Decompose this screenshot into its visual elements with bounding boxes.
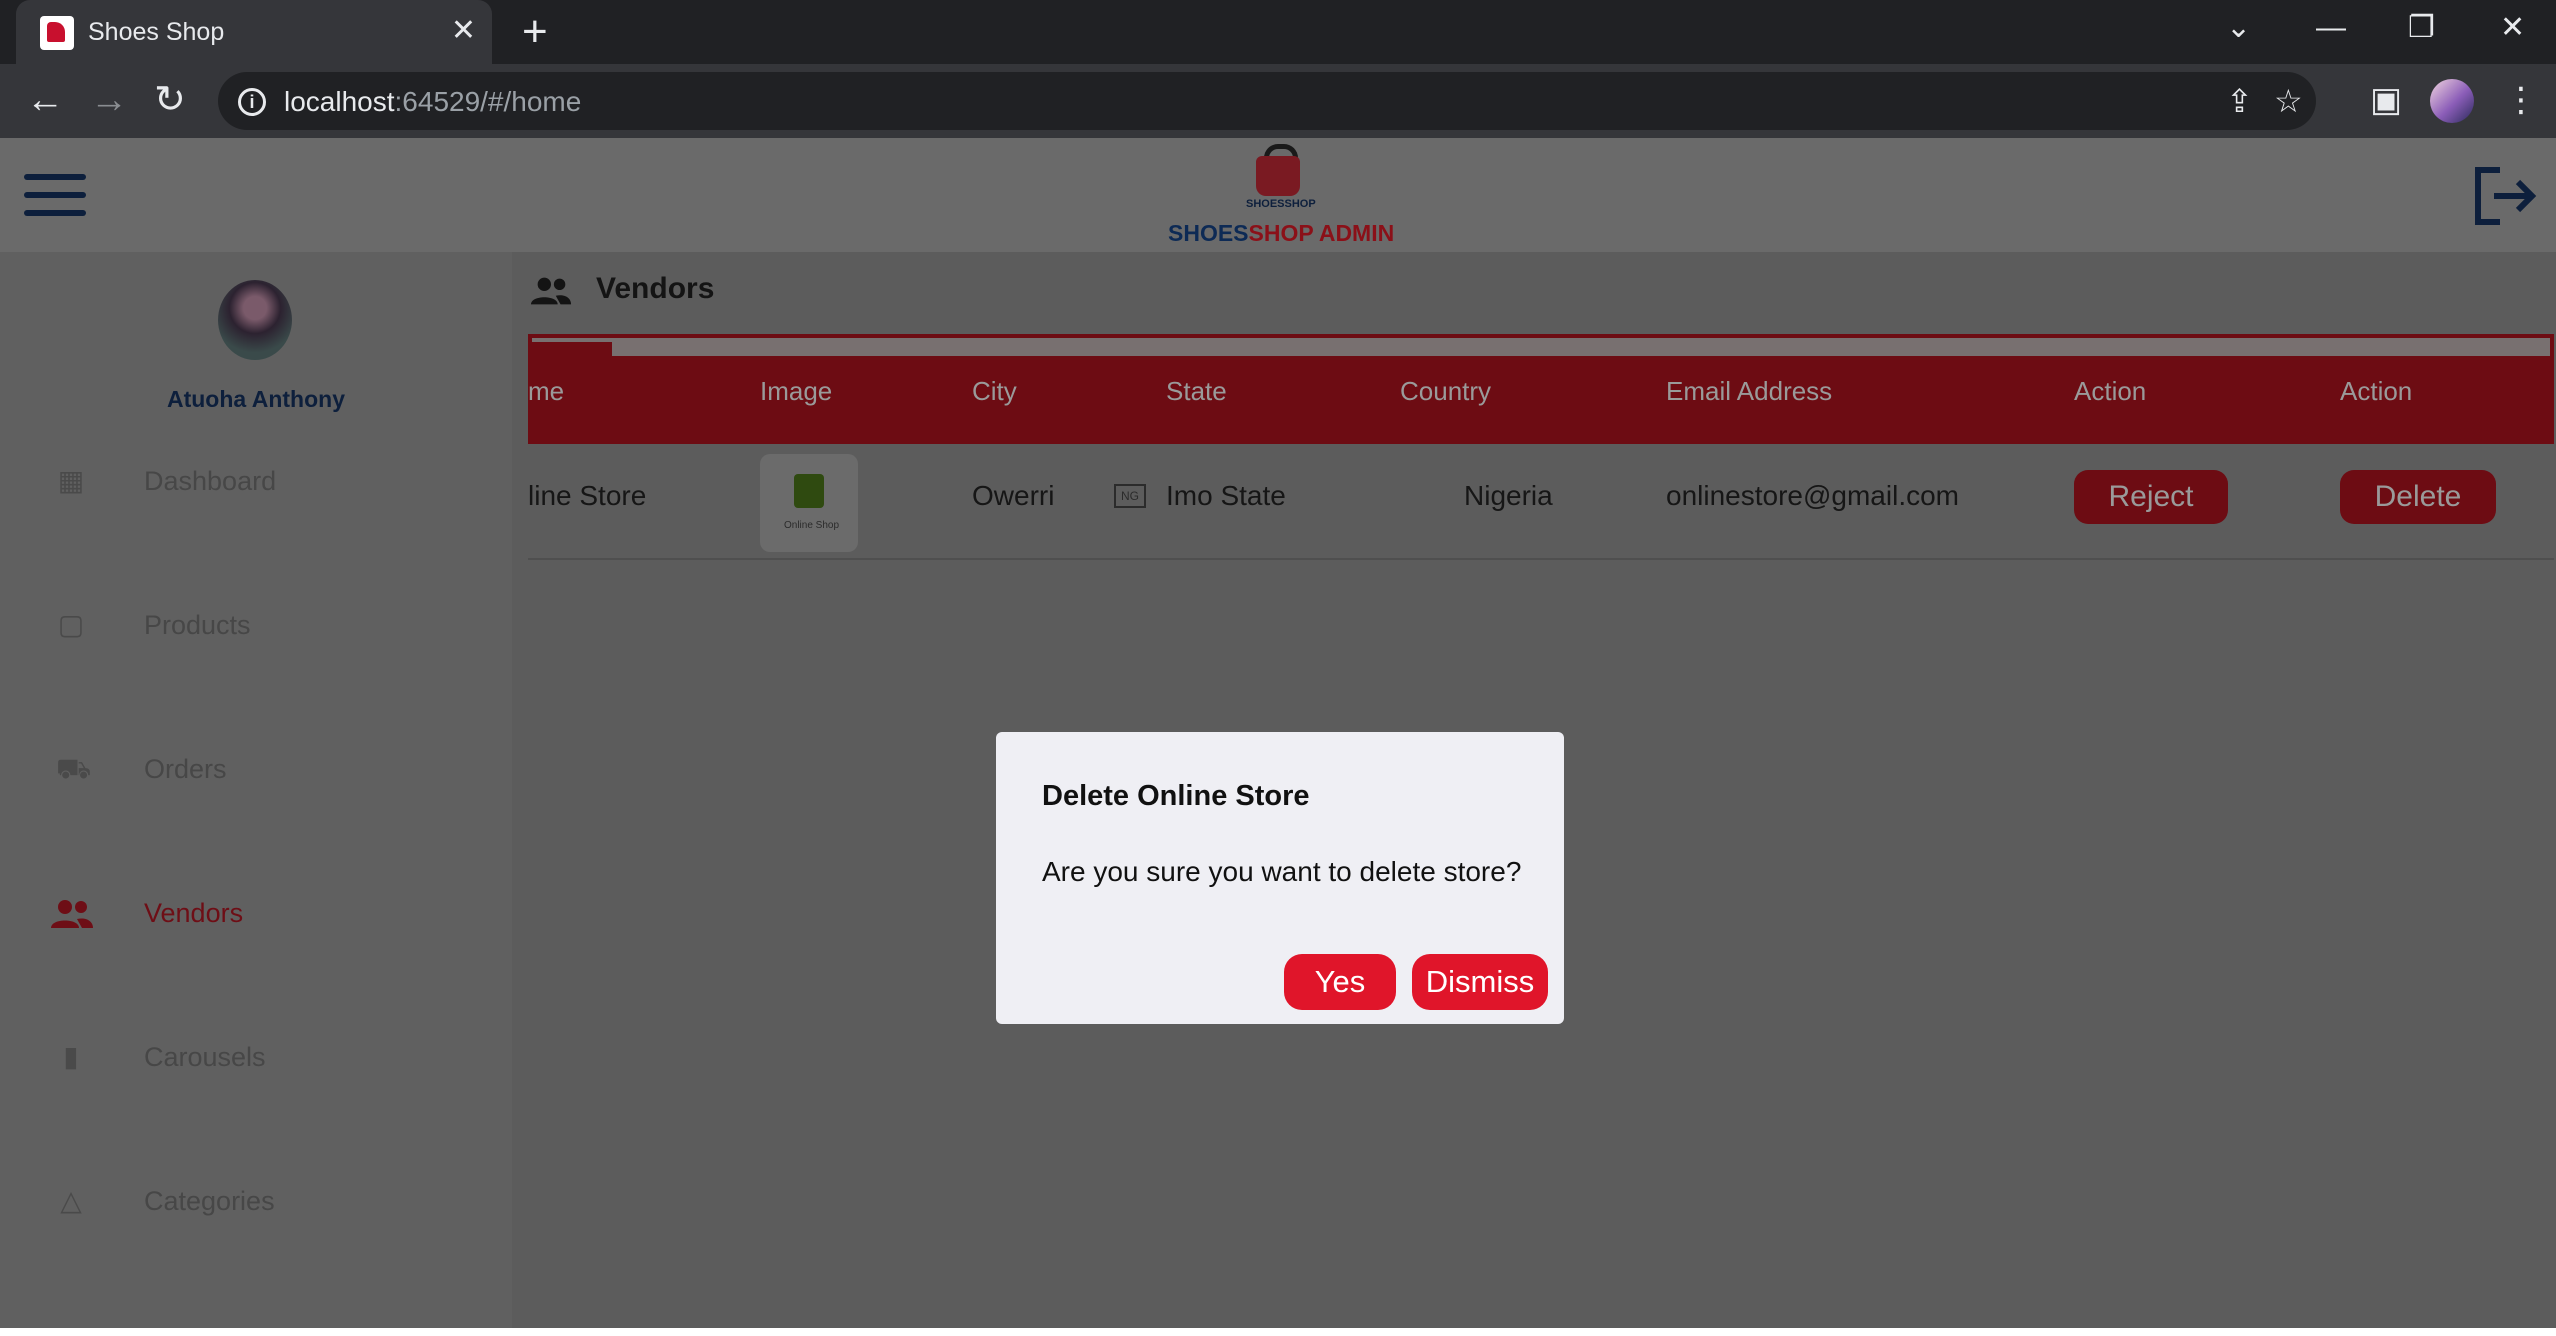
- people-icon: [51, 900, 93, 928]
- browser-tab-bar: Shoes Shop ✕ + ⌄ — ❐ ✕: [0, 0, 2556, 64]
- column-header-image: Image: [760, 376, 833, 406]
- sidebar-item-products[interactable]: ▢ Products: [0, 596, 512, 656]
- minimize-icon[interactable]: —: [2316, 8, 2346, 48]
- vendor-country: Nigeria: [1464, 480, 1553, 511]
- sidebar-item-orders[interactable]: ⛟ Orders: [0, 740, 512, 800]
- country-flag-icon: NG: [1114, 484, 1146, 508]
- side-panel-icon[interactable]: ▣: [2370, 80, 2402, 120]
- app-page: SHOESSHOP SHOESSHOP ADMIN Atuoha Anthony…: [0, 138, 2556, 1328]
- vendor-name: line Store: [528, 480, 647, 511]
- table-row: line Store Online Shop Owerri Imo State …: [528, 444, 2554, 560]
- app-bar: SHOESSHOP SHOESSHOP ADMIN: [0, 138, 2556, 252]
- url-text[interactable]: localhost:64529/#/home: [284, 86, 581, 118]
- new-tab-icon[interactable]: +: [522, 8, 548, 56]
- column-header-name: me: [528, 376, 565, 406]
- sidebar: Atuoha Anthony ▦ Dashboard ▢ Products ⛟ …: [0, 252, 512, 1328]
- sidebar-item-carousels[interactable]: ▮ Carousels: [0, 1028, 512, 1088]
- browser-toolbar: ← → ↻ i localhost:64529/#/home ⇪ ☆ ▣ ⋮: [0, 64, 2556, 138]
- bookmark-star-icon[interactable]: ☆: [2274, 82, 2303, 120]
- cart-icon: ⛟: [56, 753, 92, 784]
- people-icon: [530, 277, 572, 305]
- column-header-action: Action: [2074, 376, 2147, 406]
- categories-icon: △: [60, 1185, 82, 1216]
- window-bottom-edge: [0, 1328, 2556, 1336]
- bag-icon: ▢: [57, 609, 85, 640]
- carousel-icon: ▮: [63, 1041, 79, 1072]
- scrollbar-thumb[interactable]: [532, 342, 612, 360]
- browser-tab[interactable]: Shoes Shop ✕: [16, 0, 492, 64]
- delete-confirm-dialog: Delete Online Store Are you sure you wan…: [996, 732, 1564, 1024]
- sidebar-item-label: Orders: [144, 754, 227, 784]
- sidebar-item-label: Carousels: [144, 1042, 266, 1072]
- user-name: Atuoha Anthony: [166, 386, 345, 412]
- reload-icon[interactable]: ↻: [154, 78, 186, 122]
- address-bar[interactable]: i localhost:64529/#/home ⇪ ☆: [218, 72, 2316, 130]
- column-header-action: Action: [2340, 376, 2413, 406]
- close-window-icon[interactable]: ✕: [2500, 8, 2525, 48]
- share-icon[interactable]: ⇪: [2226, 82, 2253, 120]
- delete-button[interactable]: Delete: [2340, 470, 2496, 524]
- sidebar-item-label: Products: [144, 610, 251, 640]
- sidebar-item-label: Vendors: [144, 898, 244, 928]
- vendor-state: Imo State: [1166, 480, 1286, 511]
- vendor-email: onlinestore@gmail.com: [1666, 480, 1959, 511]
- column-header-city: City: [972, 376, 1017, 406]
- column-header-country: Country: [1400, 376, 1492, 406]
- dashboard-icon: ▦: [57, 465, 85, 496]
- sidebar-item-dashboard[interactable]: ▦ Dashboard: [0, 452, 512, 512]
- profile-avatar[interactable]: [2430, 79, 2474, 123]
- restore-icon[interactable]: ❐: [2408, 8, 2435, 48]
- tab-search-icon[interactable]: ⌄: [2226, 8, 2251, 48]
- page-title: Vendors: [596, 272, 715, 305]
- sidebar-item-label: Dashboard: [144, 466, 277, 496]
- dialog-title: Delete Online Store: [1042, 780, 1310, 812]
- horizontal-scrollbar[interactable]: [532, 338, 2550, 360]
- reject-button[interactable]: Reject: [2074, 470, 2228, 524]
- dialog-message: Are you sure you want to delete store?: [1042, 856, 1522, 887]
- user-avatar: [218, 280, 292, 360]
- forward-icon[interactable]: →: [90, 78, 128, 122]
- table-header: me Image City State Country Email Addres…: [528, 334, 2554, 444]
- site-info-icon[interactable]: i: [238, 88, 266, 116]
- close-tab-icon[interactable]: ✕: [451, 14, 476, 48]
- shopping-bag-icon: [794, 474, 824, 508]
- brand-title: SHOESSHOP ADMIN: [1168, 220, 1395, 246]
- vendor-city: Owerri: [972, 480, 1055, 511]
- browser-menu-icon[interactable]: ⋮: [2504, 80, 2538, 120]
- sidebar-item-categories[interactable]: △ Categories: [0, 1172, 512, 1232]
- column-header-email: Email Address: [1666, 376, 1833, 406]
- back-icon[interactable]: ←: [26, 78, 64, 122]
- shoesshop-logo: SHOESSHOP: [1240, 144, 1320, 216]
- column-header-state: State: [1166, 376, 1227, 406]
- sidebar-item-label: Categories: [144, 1186, 275, 1216]
- dismiss-button[interactable]: Dismiss: [1412, 954, 1548, 1010]
- store-image: Online Shop: [760, 454, 858, 552]
- logout-icon[interactable]: [2470, 164, 2538, 228]
- favicon-icon: [40, 16, 74, 50]
- hamburger-menu-icon[interactable]: [24, 174, 88, 216]
- yes-button[interactable]: Yes: [1284, 954, 1396, 1010]
- tab-title: Shoes Shop: [88, 18, 225, 46]
- sidebar-item-vendors[interactable]: Vendors: [0, 884, 512, 944]
